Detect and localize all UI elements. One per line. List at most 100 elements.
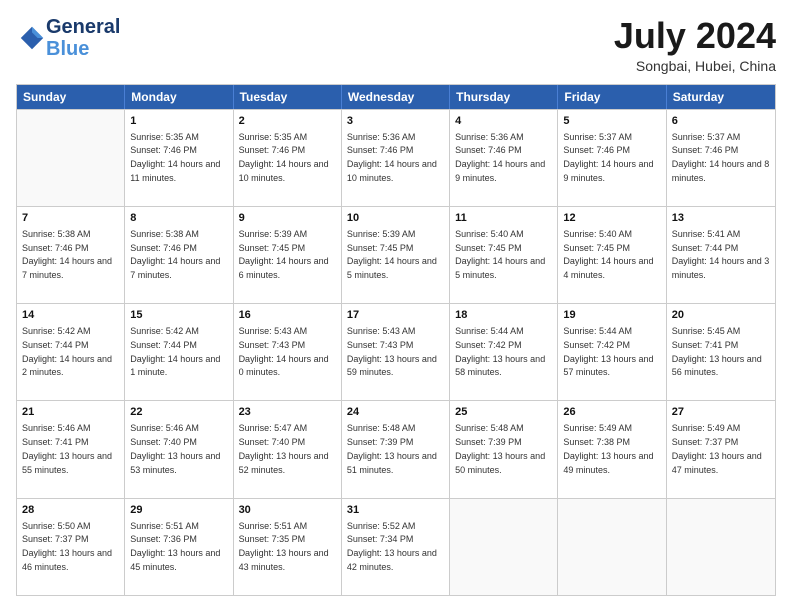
cal-cell-1-4: 3 Sunrise: 5:36 AMSunset: 7:46 PMDaylight… xyxy=(342,110,450,206)
cell-info: Sunrise: 5:40 AMSunset: 7:45 PMDaylight:… xyxy=(455,229,545,280)
weekday-thursday: Thursday xyxy=(450,85,558,109)
page: General Blue July 2024 Songbai, Hubei, C… xyxy=(0,0,792,612)
logo-icon xyxy=(18,24,46,52)
cal-cell-5-2: 29 Sunrise: 5:51 AMSunset: 7:36 PMDayligh… xyxy=(125,499,233,595)
cal-cell-1-7: 6 Sunrise: 5:37 AMSunset: 7:46 PMDaylight… xyxy=(667,110,775,206)
cal-cell-3-2: 15Sunrise: 5:42 AMSunset: 7:44 PMDayligh… xyxy=(125,304,233,400)
day-number: 24 xyxy=(347,405,444,421)
cal-cell-4-1: 21 Sunrise: 5:46 AMSunset: 7:41 PMDayligh… xyxy=(17,401,125,497)
day-number: 2 xyxy=(239,114,336,130)
calendar-body: 1Sunrise: 5:35 AMSunset: 7:46 PMDaylight… xyxy=(17,109,775,595)
weekday-sunday: Sunday xyxy=(17,85,125,109)
cal-cell-4-5: 25Sunrise: 5:48 AMSunset: 7:39 PMDayligh… xyxy=(450,401,558,497)
logo: General Blue xyxy=(16,16,120,60)
day-number: 23 xyxy=(239,405,336,421)
cell-info: Sunrise: 5:49 AMSunset: 7:37 PMDaylight:… xyxy=(672,423,762,474)
cell-info: Sunrise: 5:40 AMSunset: 7:45 PMDaylight:… xyxy=(563,229,653,280)
week-row-2: 7Sunrise: 5:38 AMSunset: 7:46 PMDaylight… xyxy=(17,206,775,303)
day-number: 22 xyxy=(130,405,227,421)
weekday-wednesday: Wednesday xyxy=(342,85,450,109)
cell-info: Sunrise: 5:51 AMSunset: 7:36 PMDaylight:… xyxy=(130,521,220,572)
weekday-monday: Monday xyxy=(125,85,233,109)
cal-cell-3-5: 18 Sunrise: 5:44 AMSunset: 7:42 PMDayligh… xyxy=(450,304,558,400)
day-number: 29 xyxy=(130,503,227,519)
day-number: 25 xyxy=(455,405,552,421)
cell-info: Sunrise: 5:44 AMSunset: 7:42 PMDaylight:… xyxy=(455,326,545,377)
cell-info: Sunrise: 5:46 AMSunset: 7:40 PMDaylight:… xyxy=(130,423,220,474)
cal-cell-1-3: 2 Sunrise: 5:35 AMSunset: 7:46 PMDaylight… xyxy=(234,110,342,206)
day-number: 10 xyxy=(347,211,444,227)
cell-info: Sunrise: 5:41 AMSunset: 7:44 PMDaylight:… xyxy=(672,229,770,280)
cell-info: Sunrise: 5:50 AMSunset: 7:37 PMDaylight:… xyxy=(22,521,112,572)
cell-info: Sunrise: 5:39 AMSunset: 7:45 PMDaylight:… xyxy=(239,229,329,280)
cal-cell-1-1 xyxy=(17,110,125,206)
day-number: 28 xyxy=(22,503,119,519)
cell-info: Sunrise: 5:43 AMSunset: 7:43 PMDaylight:… xyxy=(347,326,437,377)
cal-cell-2-5: 11 Sunrise: 5:40 AMSunset: 7:45 PMDayligh… xyxy=(450,207,558,303)
cal-cell-4-4: 24 Sunrise: 5:48 AMSunset: 7:39 PMDayligh… xyxy=(342,401,450,497)
day-number: 3 xyxy=(347,114,444,130)
cal-cell-2-1: 7Sunrise: 5:38 AMSunset: 7:46 PMDaylight… xyxy=(17,207,125,303)
cell-info: Sunrise: 5:35 AMSunset: 7:46 PMDaylight:… xyxy=(239,132,329,183)
day-number: 18 xyxy=(455,308,552,324)
week-row-3: 14 Sunrise: 5:42 AMSunset: 7:44 PMDayligh… xyxy=(17,303,775,400)
week-row-1: 1Sunrise: 5:35 AMSunset: 7:46 PMDaylight… xyxy=(17,109,775,206)
weekday-friday: Friday xyxy=(558,85,666,109)
day-number: 4 xyxy=(455,114,552,130)
day-number: 14 xyxy=(22,308,119,324)
location: Songbai, Hubei, China xyxy=(614,58,776,74)
week-row-5: 28 Sunrise: 5:50 AMSunset: 7:37 PMDayligh… xyxy=(17,498,775,595)
cell-info: Sunrise: 5:46 AMSunset: 7:41 PMDaylight:… xyxy=(22,423,112,474)
day-number: 8 xyxy=(130,211,227,227)
cal-cell-1-5: 4 Sunrise: 5:36 AMSunset: 7:46 PMDaylight… xyxy=(450,110,558,206)
cal-cell-5-5 xyxy=(450,499,558,595)
cal-cell-3-3: 16Sunrise: 5:43 AMSunset: 7:43 PMDayligh… xyxy=(234,304,342,400)
weekday-tuesday: Tuesday xyxy=(234,85,342,109)
cal-cell-4-2: 22 Sunrise: 5:46 AMSunset: 7:40 PMDayligh… xyxy=(125,401,233,497)
day-number: 5 xyxy=(563,114,660,130)
day-number: 17 xyxy=(347,308,444,324)
cell-info: Sunrise: 5:42 AMSunset: 7:44 PMDaylight:… xyxy=(130,326,220,377)
month-title: July 2024 xyxy=(614,16,776,56)
cell-info: Sunrise: 5:38 AMSunset: 7:46 PMDaylight:… xyxy=(22,229,112,280)
cell-info: Sunrise: 5:45 AMSunset: 7:41 PMDaylight:… xyxy=(672,326,762,377)
day-number: 26 xyxy=(563,405,660,421)
logo-text: General Blue xyxy=(46,16,120,60)
cell-info: Sunrise: 5:48 AMSunset: 7:39 PMDaylight:… xyxy=(347,423,437,474)
cell-info: Sunrise: 5:43 AMSunset: 7:43 PMDaylight:… xyxy=(239,326,329,377)
day-number: 31 xyxy=(347,503,444,519)
cal-cell-3-4: 17 Sunrise: 5:43 AMSunset: 7:43 PMDayligh… xyxy=(342,304,450,400)
cell-info: Sunrise: 5:44 AMSunset: 7:42 PMDaylight:… xyxy=(563,326,653,377)
cal-cell-5-6 xyxy=(558,499,666,595)
cell-info: Sunrise: 5:38 AMSunset: 7:46 PMDaylight:… xyxy=(130,229,220,280)
cal-cell-2-2: 8 Sunrise: 5:38 AMSunset: 7:46 PMDaylight… xyxy=(125,207,233,303)
day-number: 11 xyxy=(455,211,552,227)
cal-cell-3-1: 14 Sunrise: 5:42 AMSunset: 7:44 PMDayligh… xyxy=(17,304,125,400)
cal-cell-5-4: 31 Sunrise: 5:52 AMSunset: 7:34 PMDayligh… xyxy=(342,499,450,595)
cell-info: Sunrise: 5:51 AMSunset: 7:35 PMDaylight:… xyxy=(239,521,329,572)
week-row-4: 21 Sunrise: 5:46 AMSunset: 7:41 PMDayligh… xyxy=(17,400,775,497)
cell-info: Sunrise: 5:47 AMSunset: 7:40 PMDaylight:… xyxy=(239,423,329,474)
day-number: 27 xyxy=(672,405,770,421)
header: General Blue July 2024 Songbai, Hubei, C… xyxy=(16,16,776,74)
day-number: 21 xyxy=(22,405,119,421)
day-number: 12 xyxy=(563,211,660,227)
cell-info: Sunrise: 5:37 AMSunset: 7:46 PMDaylight:… xyxy=(672,132,770,183)
cell-info: Sunrise: 5:35 AMSunset: 7:46 PMDaylight:… xyxy=(130,132,220,183)
cell-info: Sunrise: 5:42 AMSunset: 7:44 PMDaylight:… xyxy=(22,326,112,377)
cal-cell-3-6: 19 Sunrise: 5:44 AMSunset: 7:42 PMDayligh… xyxy=(558,304,666,400)
day-number: 13 xyxy=(672,211,770,227)
day-number: 30 xyxy=(239,503,336,519)
cal-cell-4-7: 27 Sunrise: 5:49 AMSunset: 7:37 PMDayligh… xyxy=(667,401,775,497)
cell-info: Sunrise: 5:52 AMSunset: 7:34 PMDaylight:… xyxy=(347,521,437,572)
cal-cell-2-7: 13 Sunrise: 5:41 AMSunset: 7:44 PMDayligh… xyxy=(667,207,775,303)
cal-cell-5-3: 30 Sunrise: 5:51 AMSunset: 7:35 PMDayligh… xyxy=(234,499,342,595)
cell-info: Sunrise: 5:36 AMSunset: 7:46 PMDaylight:… xyxy=(347,132,437,183)
cell-info: Sunrise: 5:39 AMSunset: 7:45 PMDaylight:… xyxy=(347,229,437,280)
day-number: 6 xyxy=(672,114,770,130)
calendar-header: Sunday Monday Tuesday Wednesday Thursday… xyxy=(17,85,775,109)
cal-cell-5-1: 28 Sunrise: 5:50 AMSunset: 7:37 PMDayligh… xyxy=(17,499,125,595)
day-number: 9 xyxy=(239,211,336,227)
day-number: 19 xyxy=(563,308,660,324)
cell-info: Sunrise: 5:36 AMSunset: 7:46 PMDaylight:… xyxy=(455,132,545,183)
